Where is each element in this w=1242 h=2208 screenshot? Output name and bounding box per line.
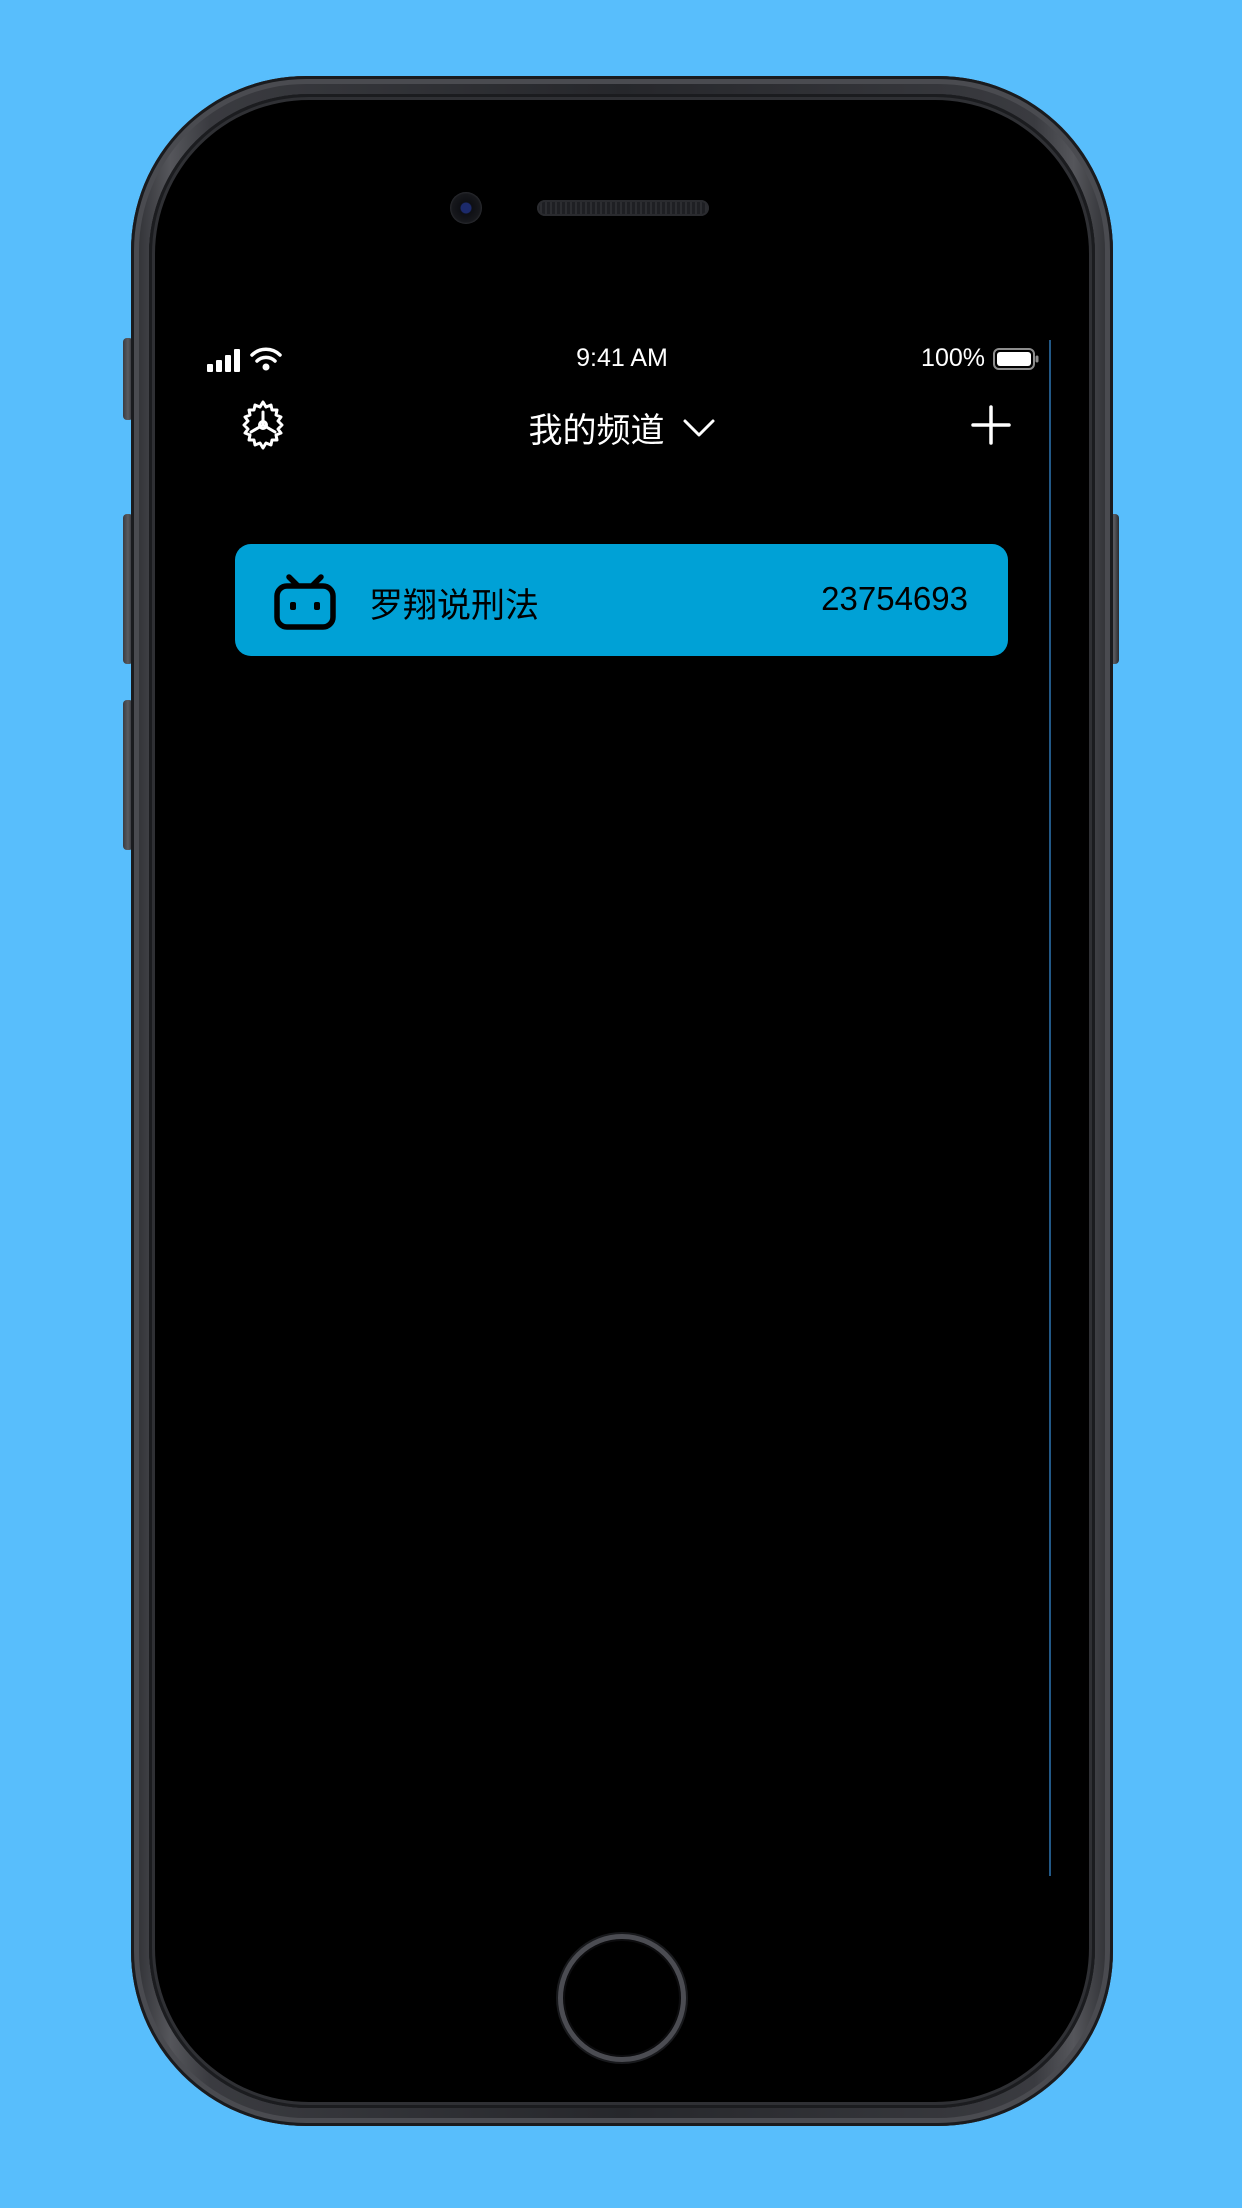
scroll-indicator	[1049, 340, 1051, 1876]
chevron-down-icon[interactable]	[682, 416, 716, 440]
bilibili-tv-icon	[274, 574, 336, 630]
navigation-bar: 我的频道	[205, 395, 1039, 455]
status-time: 9:41 AM	[576, 344, 668, 372]
home-button[interactable]	[558, 1934, 686, 2062]
page-title[interactable]: 我的频道	[528, 403, 664, 452]
front-camera-icon	[450, 192, 482, 224]
phone-frame	[131, 76, 1113, 2126]
battery-percentage: 100%	[921, 344, 985, 372]
plus-icon[interactable]	[971, 405, 1011, 445]
device-stage: 9:41 AM 100% 我的频道 罗翔说刑法 23754693	[0, 0, 1242, 2208]
channel-id: 23754693	[821, 580, 968, 617]
earpiece-speaker	[537, 200, 709, 216]
channel-name: 罗翔说刑法	[369, 586, 539, 626]
channel-list-item[interactable]: 罗翔说刑法 23754693	[235, 544, 1008, 656]
status-bar: 9:41 AM 100%	[205, 340, 1039, 380]
battery-full-icon	[993, 348, 1039, 370]
